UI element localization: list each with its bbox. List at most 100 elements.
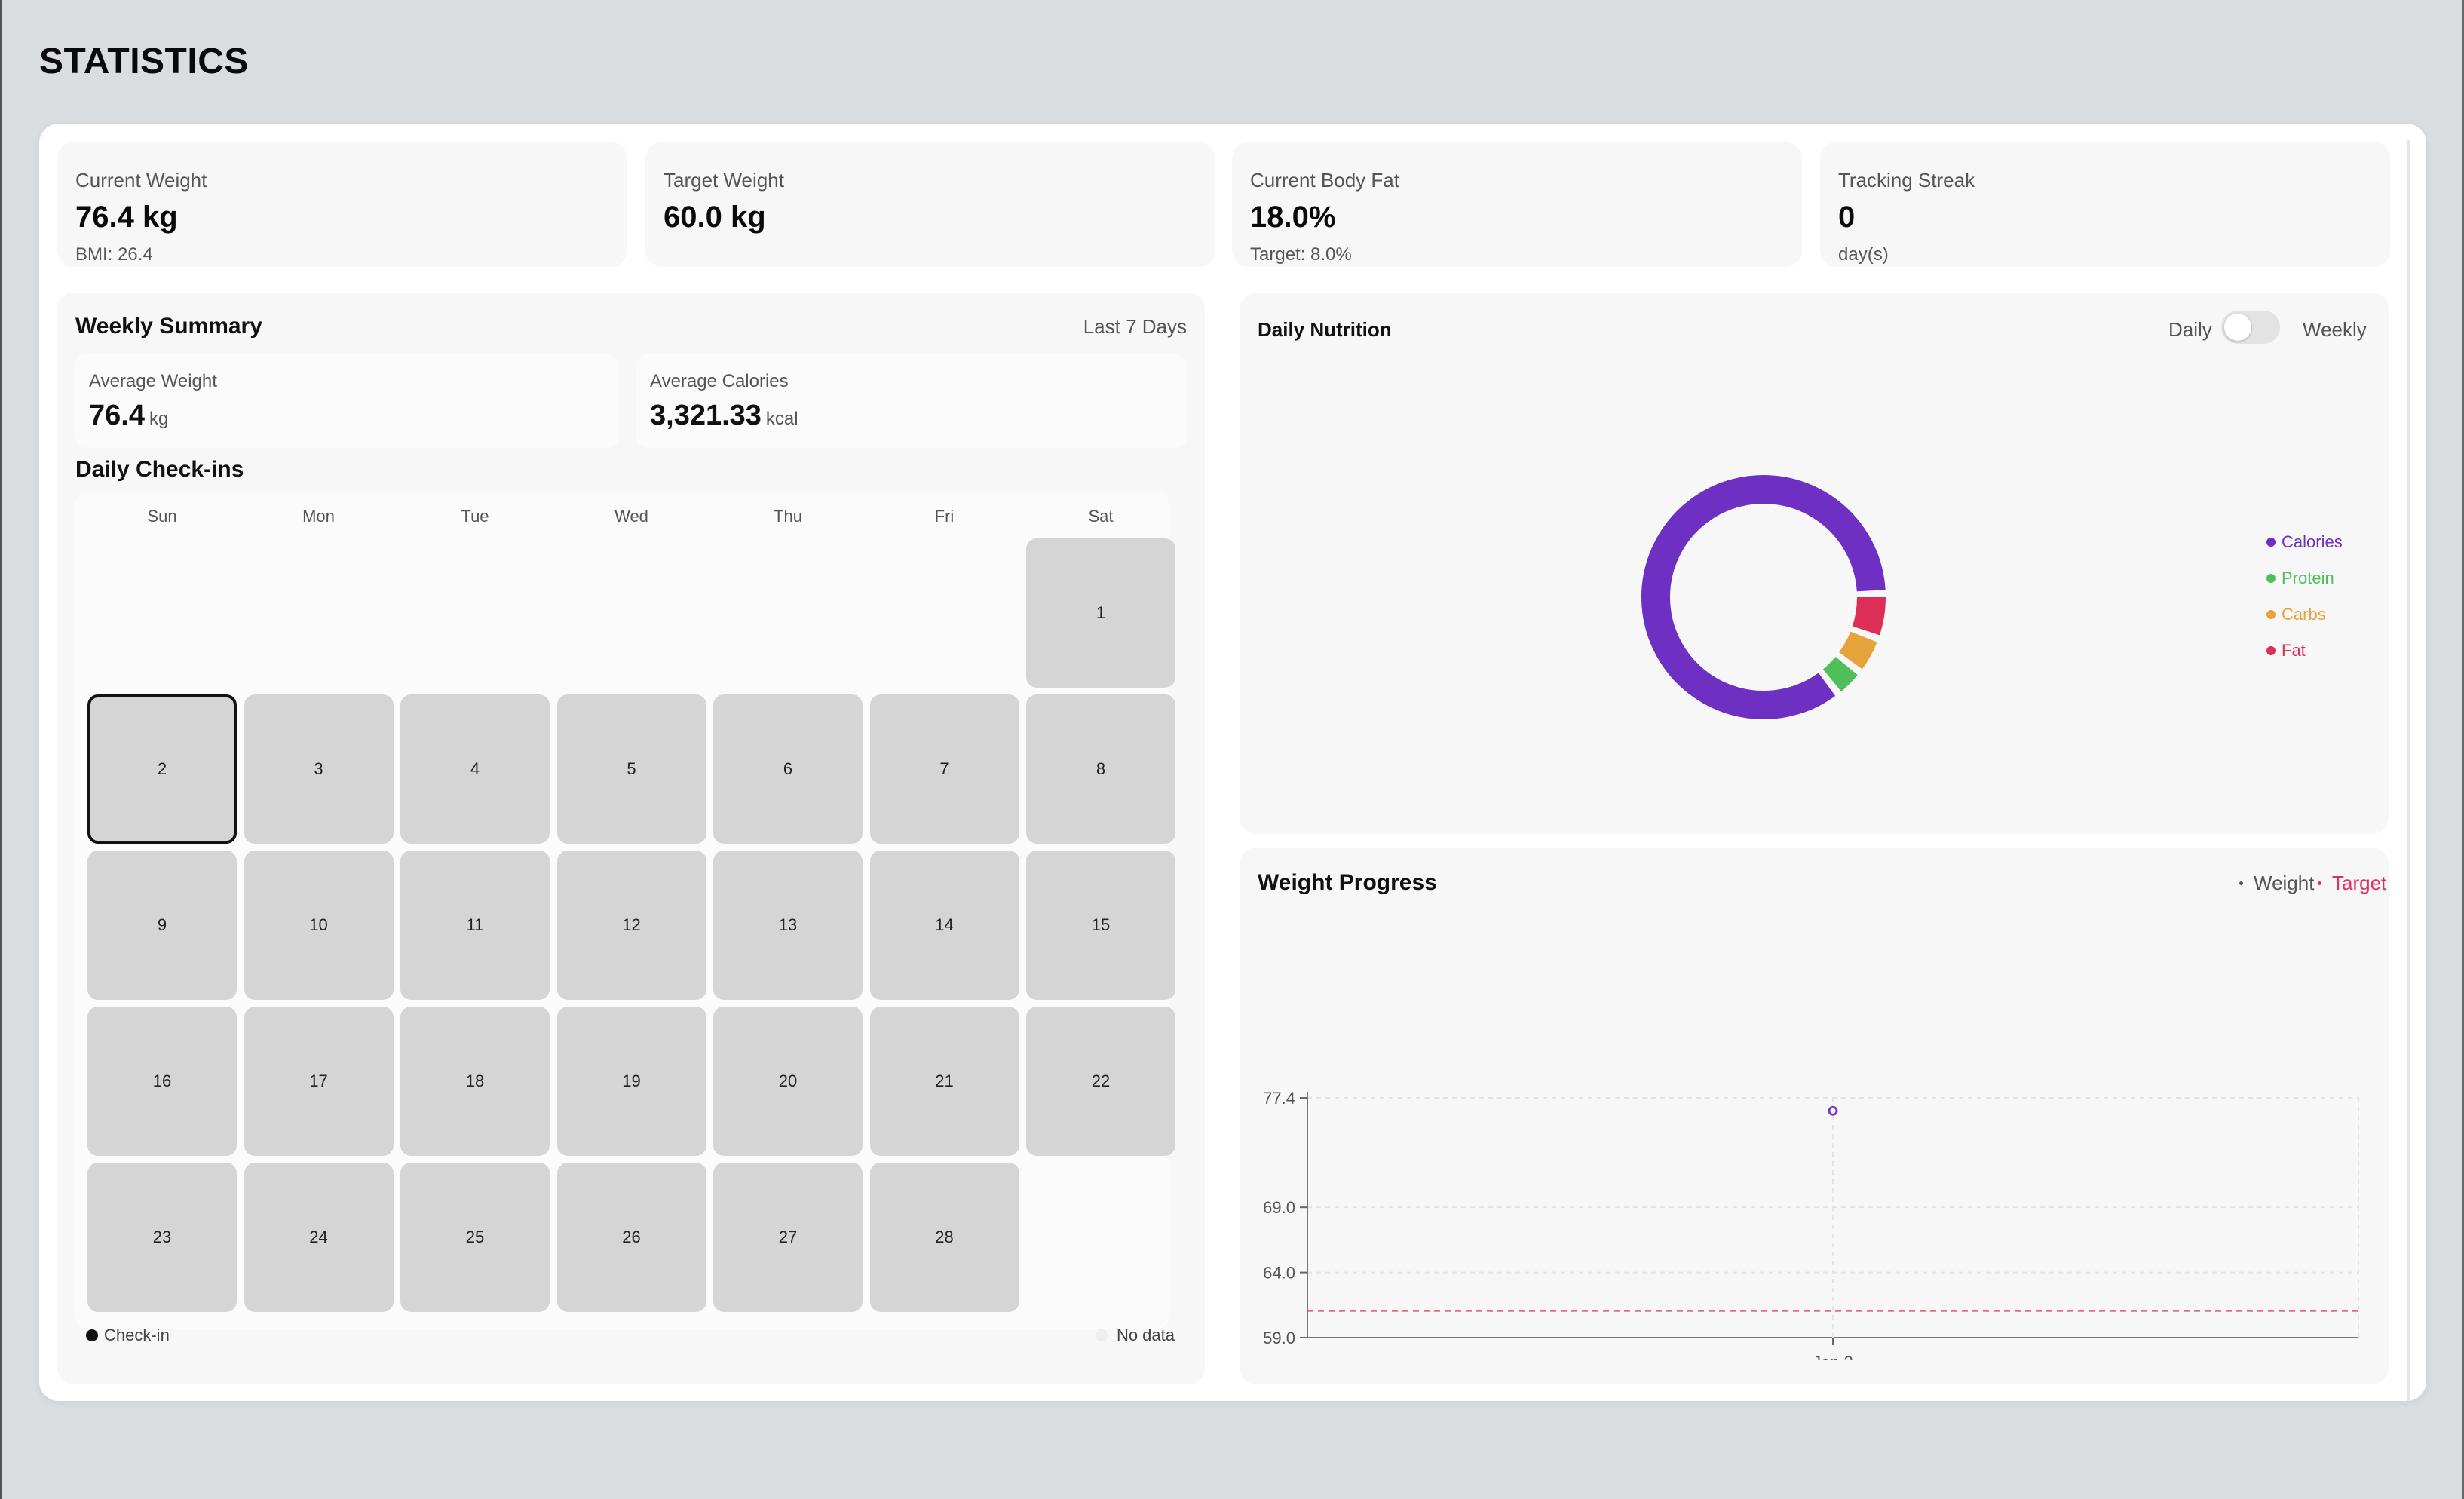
weight-progress-title: Weight Progress [1258,870,1437,895]
calendar-day[interactable]: 28 [869,1163,1019,1312]
legend-dot-icon [2266,610,2276,619]
stat-label: Tracking Streak [1838,169,1975,192]
stat-label: Target Weight [664,169,784,192]
calendar-day[interactable]: 25 [400,1163,550,1312]
legend-dot-icon [2266,646,2276,655]
checkin-calendar: Sun Mon Tue Wed Thu Fri Sat 1 2 3 4 5 6 7 8 9 10 11 12 13 14… [75,492,1175,1329]
toggle-knob [2224,314,2251,341]
daily-weekly-toggle[interactable] [2221,311,2280,344]
calendar-day[interactable]: 2 [87,694,237,844]
scrollbar[interactable] [2407,140,2410,1401]
weekday-label: Sun [147,507,177,526]
calendar-day[interactable]: 27 [713,1163,863,1312]
weekday-label: Thu [774,507,802,526]
legend-target-label: Target [2332,872,2387,894]
target-dot-icon [2318,881,2321,885]
nodata-dot-icon [1095,1329,1108,1341]
legend-weight-label: Weight [2254,872,2315,894]
avg-weight-unit: kg [149,409,169,429]
stat-value: 0 [1838,201,1856,234]
calendar-day[interactable]: 15 [1026,851,1175,1000]
calendar-day[interactable]: 21 [869,1007,1019,1156]
avg-weight-value: 76.4 kg [89,400,168,432]
calendar-day[interactable]: 8 [1026,694,1175,844]
nutrition-legend-item[interactable]: Calories [2266,532,2343,552]
legend-checkin: Check-in [86,1326,170,1345]
weight-dot-icon [2239,881,2243,885]
target-weight-card: Target Weight 60.0 kg [645,142,1215,267]
calendar-day[interactable]: 20 [713,1007,863,1156]
toggle-daily-label[interactable]: Daily [2168,318,2212,342]
stat-sub: Target: 8.0% [1250,244,1352,265]
donut-slice-carbs[interactable] [1838,631,1877,670]
body-fat-card: Current Body Fat 18.0% Target: 8.0% [1232,142,1802,267]
stat-value: 18.0% [1250,201,1336,234]
avg-calories-value: 3,321.33 kcal [650,400,798,432]
calendar-day[interactable]: 16 [87,1007,237,1156]
nutrition-donut-chart [1641,475,1886,719]
checkin-dot-icon [86,1329,98,1341]
calendar-day[interactable]: 3 [244,694,394,844]
calendar-day[interactable]: 22 [1026,1007,1175,1156]
toggle-weekly-label[interactable]: Weekly [2303,318,2367,342]
avg-calories-unit: kcal [765,409,798,429]
window-edge-left [0,0,2,1499]
legend-dot-icon [2266,538,2276,547]
nutrition-legend-item[interactable]: Fat [2266,641,2306,661]
avg-calories-label: Average Calories [650,371,789,391]
donut-slice-protein[interactable] [1822,656,1858,692]
weekday-label: Sat [1088,507,1114,526]
calendar-day[interactable]: 13 [713,851,863,1000]
weight-progress-chart: 77.4 69.0 64.0 59.0 Jan 3 [1263,1089,2359,1360]
tracking-streak-card: Tracking Streak 0 day(s) [1820,142,2390,267]
calendar-day[interactable]: 7 [869,694,1019,844]
weekday-label: Tue [461,507,489,526]
daily-checkins-title: Daily Check-ins [75,457,244,482]
calendar-day[interactable]: 6 [713,694,863,844]
statistics-panel: Current Weight 76.4 kg BMI: 26.4 Target … [39,124,2426,1401]
calendar-day[interactable]: 1 [1026,538,1175,688]
avg-calories-number: 3,321.33 [650,400,762,431]
calendar-day[interactable]: 23 [87,1163,237,1312]
calendar-day[interactable]: 4 [400,694,550,844]
y-tick-label: 69.0 [1263,1198,1295,1217]
legend-checkin-label: Check-in [104,1326,170,1344]
current-weight-card: Current Weight 76.4 kg BMI: 26.4 [57,142,627,267]
y-tick-label: 77.4 [1263,1089,1295,1108]
nutrition-legend-label: Fat [2282,641,2306,660]
legend-weight: Weight [2239,872,2314,895]
nutrition-legend-label: Protein [2282,569,2334,587]
stat-label: Current Body Fat [1250,169,1399,192]
calendar-day[interactable]: 19 [556,1007,706,1156]
stat-sub: day(s) [1838,244,1889,265]
donut-slice-fat[interactable] [1852,596,1886,636]
avg-weight-label: Average Weight [89,371,217,391]
calendar-day[interactable]: 14 [869,851,1019,1000]
calendar-day[interactable]: 18 [400,1007,550,1156]
daily-nutrition-title: Daily Nutrition [1258,318,1392,341]
weight-point [1828,1105,1838,1116]
y-tick-label: 59.0 [1263,1329,1295,1347]
calendar-day[interactable]: 12 [556,851,706,1000]
calendar-day[interactable]: 5 [556,694,706,844]
calendar-day[interactable]: 10 [244,851,394,1000]
x-tick-label: Jan 3 [1813,1353,1853,1360]
nutrition-legend-label: Calories [2282,532,2343,551]
weight-progress-card: Weight Progress Weight Target 77.4 69.0 64… [1240,848,2389,1384]
weekday-label: Fri [934,507,955,526]
calendar-day[interactable]: 9 [87,851,237,1000]
average-weight-box: Average Weight 76.4 kg [75,354,618,448]
page-title: STATISTICS [39,41,249,81]
weekday-label: Wed [614,507,648,526]
weekly-summary-card: Weekly Summary Last 7 Days Average Weigh… [57,293,1205,1384]
nutrition-legend-item[interactable]: Protein [2266,569,2334,588]
legend-dot-icon [2266,574,2276,583]
calendar-day[interactable]: 11 [400,851,550,1000]
calendar-day[interactable]: 24 [244,1163,394,1312]
nutrition-legend-item[interactable]: Carbs [2266,605,2326,624]
nutrition-legend-label: Carbs [2282,605,2326,624]
avg-weight-number: 76.4 [89,400,145,431]
calendar-day[interactable]: 17 [244,1007,394,1156]
date-range-label: Last 7 Days [1083,315,1187,338]
calendar-day[interactable]: 26 [556,1163,706,1312]
